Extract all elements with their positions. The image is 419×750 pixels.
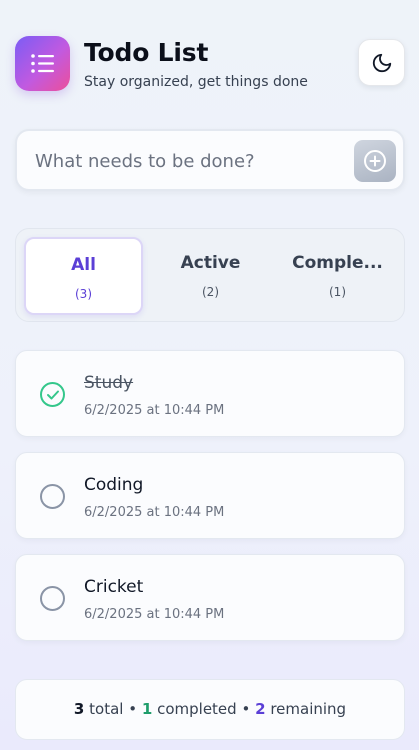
todo-timestamp: 6/2/2025 at 10:44 PM — [84, 505, 225, 520]
todo-timestamp: 6/2/2025 at 10:44 PM — [84, 607, 225, 622]
tab-count: (2) — [202, 285, 219, 299]
tab-all[interactable]: All (3) — [24, 237, 143, 315]
todo-item: Study 6/2/2025 at 10:44 PM — [15, 350, 405, 437]
new-todo-input[interactable] — [35, 143, 335, 179]
plus-circle-icon — [364, 150, 386, 172]
todo-checkbox[interactable] — [40, 382, 65, 407]
tab-label: Comple... — [292, 253, 383, 273]
page-title: Todo List — [84, 38, 209, 67]
tab-active[interactable]: Active (2) — [151, 237, 270, 315]
todo-checkbox[interactable] — [40, 586, 65, 611]
separator: • — [241, 700, 251, 718]
page-subtitle: Stay organized, get things done — [84, 74, 308, 90]
completed-count: 1 — [141, 700, 153, 718]
tab-label: Active — [180, 253, 241, 273]
list-icon — [31, 54, 54, 73]
tab-completed[interactable]: Comple... (1) — [278, 237, 397, 315]
theme-toggle-button[interactable] — [358, 39, 405, 86]
check-icon — [47, 390, 59, 400]
separator: • — [128, 700, 138, 718]
todo-checkbox[interactable] — [40, 484, 65, 509]
todo-timestamp: 6/2/2025 at 10:44 PM — [84, 403, 225, 418]
tab-label: All — [71, 255, 96, 275]
todo-item: Cricket 6/2/2025 at 10:44 PM — [15, 554, 405, 641]
app-header: Todo List Stay organized, get things don… — [15, 36, 405, 92]
tab-count: (3) — [75, 287, 92, 301]
todo-text: Study — [84, 373, 134, 393]
total-count: 3 — [73, 700, 85, 718]
app-logo — [15, 36, 70, 91]
add-todo-button[interactable] — [354, 140, 396, 182]
todo-app: Todo List Stay organized, get things don… — [0, 0, 419, 750]
filter-tabs: All (3) Active (2) Comple... (1) — [15, 228, 405, 322]
todo-item: Coding 6/2/2025 at 10:44 PM — [15, 452, 405, 539]
todo-stats: 3 total • 1 completed • 2 remaining — [15, 679, 405, 740]
remaining-label: remaining — [270, 700, 347, 718]
completed-label: completed — [157, 700, 237, 718]
tab-count: (1) — [329, 285, 346, 299]
todo-text: Cricket — [84, 577, 144, 597]
moon-icon — [372, 53, 391, 72]
total-label: total — [89, 700, 124, 718]
new-todo-field — [15, 129, 405, 191]
todo-text: Coding — [84, 475, 144, 495]
remaining-count: 2 — [255, 700, 266, 718]
